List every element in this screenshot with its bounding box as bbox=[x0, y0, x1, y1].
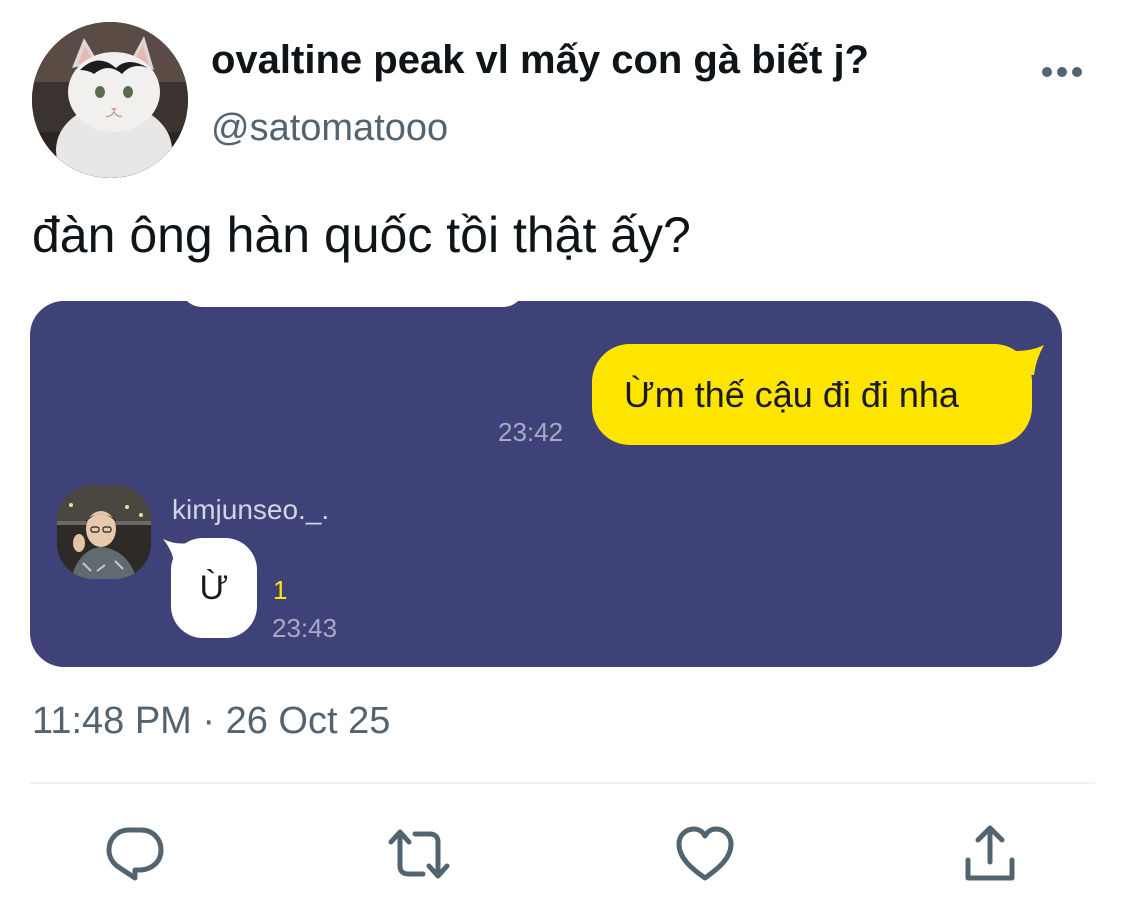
sender-name: kimjunseo._. bbox=[172, 494, 330, 525]
share-button[interactable] bbox=[958, 822, 1022, 886]
divider bbox=[30, 782, 1095, 784]
incoming-message-time: 23:43 bbox=[272, 613, 338, 643]
more-options-icon[interactable] bbox=[1040, 62, 1084, 82]
unread-count: 1 bbox=[273, 575, 288, 605]
author-avatar[interactable] bbox=[32, 22, 188, 178]
retweet-button[interactable] bbox=[387, 822, 451, 886]
author-display-name[interactable]: ovaltine peak vl mấy con gà biết j? bbox=[211, 38, 869, 83]
author-handle[interactable]: @satomatooo bbox=[211, 107, 448, 150]
tweet: ovaltine peak vl mấy con gà biết j? @sat… bbox=[0, 0, 1125, 923]
sender-avatar bbox=[57, 485, 151, 579]
attached-chat-screenshot[interactable]: Ừm thế cậu đi đi nha 23:42 kimjunseo._. bbox=[30, 301, 1062, 667]
tweet-text: đàn ông hàn quốc tồi thật ấy? bbox=[32, 207, 691, 263]
share-icon bbox=[965, 825, 1015, 881]
outgoing-message-time: 23:42 bbox=[498, 417, 564, 447]
like-button[interactable] bbox=[673, 822, 737, 886]
reply-button[interactable] bbox=[103, 822, 167, 886]
retweet-icon bbox=[388, 829, 450, 879]
reply-icon bbox=[106, 827, 164, 881]
outgoing-message-bubble: Ừm thế cậu đi đi nha bbox=[592, 344, 1032, 445]
previous-message-bubble bbox=[180, 301, 525, 307]
sender-photo bbox=[57, 485, 151, 579]
incoming-message-bubble: Ừ bbox=[171, 538, 257, 638]
previous-message-time bbox=[550, 301, 630, 318]
tweet-timestamp[interactable]: 11:48 PM · 26 Oct 25 bbox=[32, 700, 390, 743]
heart-icon bbox=[676, 826, 734, 881]
cat-avatar-image bbox=[32, 22, 188, 178]
outgoing-message-text: Ừm thế cậu đi đi nha bbox=[624, 373, 959, 415]
incoming-message-text: Ừ bbox=[199, 568, 229, 607]
